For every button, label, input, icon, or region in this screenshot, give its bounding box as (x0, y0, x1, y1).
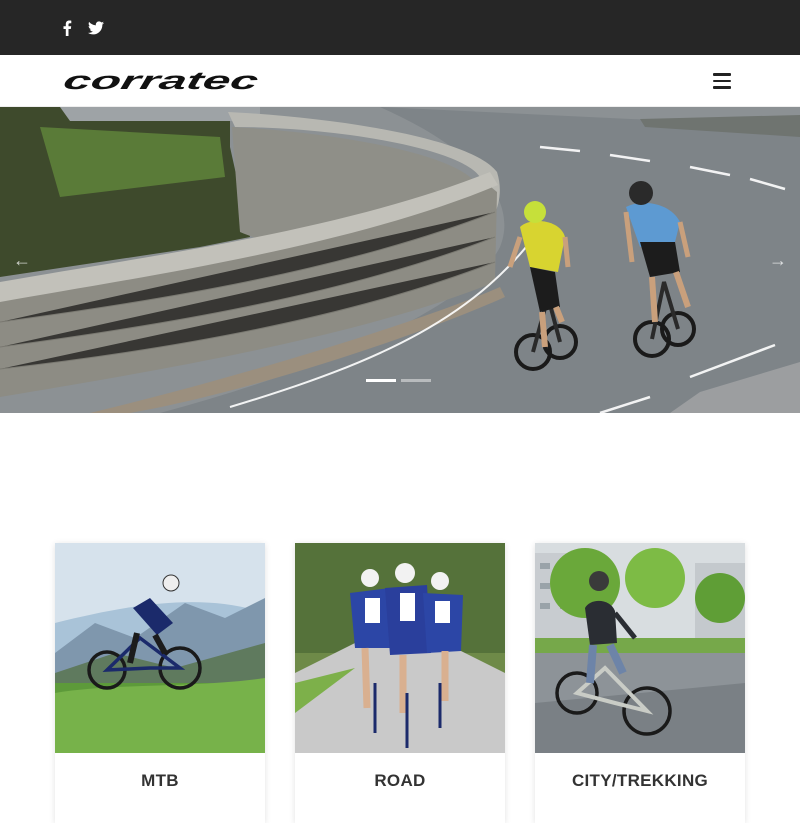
hero-image (0, 107, 800, 413)
slider-dot-1[interactable] (366, 379, 396, 382)
slider-indicators (366, 379, 431, 383)
mtb-image (55, 543, 265, 753)
category-label-road: ROAD (374, 771, 426, 790)
slider-dot-2[interactable] (401, 379, 431, 382)
hamburger-menu-icon[interactable] (711, 72, 733, 90)
main-navbar: corratec (0, 55, 800, 107)
category-card-road[interactable]: ROAD (295, 543, 505, 823)
category-label-mtb: MTB (141, 771, 179, 790)
corratec-logo[interactable]: corratec (60, 67, 261, 95)
hero-slider (0, 107, 800, 413)
category-card-mtb[interactable]: MTB (55, 543, 265, 823)
twitter-icon[interactable] (87, 18, 105, 38)
facebook-icon[interactable] (58, 18, 76, 38)
chevron-left-icon[interactable]: ← (13, 250, 31, 270)
category-card-city-trekking[interactable]: CITY/TREKKING (535, 543, 745, 823)
city-trekking-image (535, 543, 745, 753)
chevron-right-icon[interactable]: → (769, 250, 787, 270)
social-bar (0, 0, 800, 55)
category-label-city-trekking: CITY/TREKKING (571, 771, 709, 790)
logo-text: corratec (61, 71, 260, 93)
road-image (295, 543, 505, 753)
